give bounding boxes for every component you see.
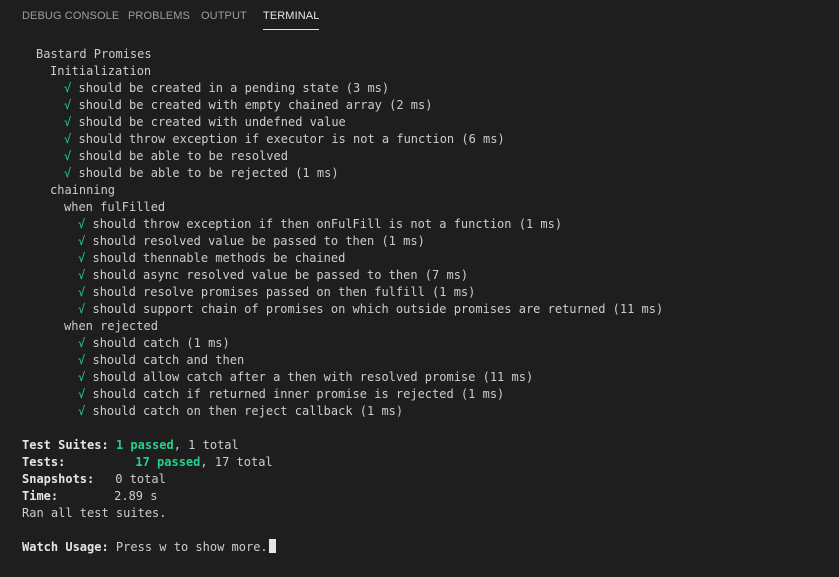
- group-chainning: chainning: [50, 183, 116, 197]
- test-name: should catch and then: [92, 353, 245, 367]
- summary-total: , 17 total: [200, 455, 273, 469]
- watch-usage-prompt: Watch Usage: Press w to show more.: [22, 539, 276, 556]
- summary-value: 2.89 s: [114, 489, 158, 503]
- test-name: should be created with undefned value: [78, 115, 346, 129]
- test-result-line: √ should throw exception if executor is …: [64, 131, 505, 148]
- test-name: should be created in a pending state (3 …: [78, 81, 390, 95]
- test-name: should catch if returned inner promise i…: [92, 387, 505, 401]
- summary-label: Test Suites:: [22, 438, 109, 452]
- test-name: should throw exception if executor is no…: [78, 132, 505, 146]
- test-result-line: √ should be created in a pending state (…: [64, 80, 389, 97]
- test-result-line: √ should thennable methods be chained: [78, 250, 345, 267]
- summary-time: Time: 2.89 s: [22, 488, 157, 505]
- check-icon: √: [78, 268, 86, 282]
- test-result-line: √ should catch and then: [78, 352, 244, 369]
- check-icon: √: [64, 115, 72, 129]
- summary-total: , 1 total: [173, 438, 239, 452]
- summary-label: Time:: [22, 489, 59, 503]
- check-icon: √: [78, 336, 86, 350]
- check-icon: √: [78, 387, 86, 401]
- test-name: should thennable methods be chained: [92, 251, 346, 265]
- summary-value: 0 total: [115, 472, 166, 486]
- check-icon: √: [78, 251, 86, 265]
- test-name: should be able to be resolved: [78, 149, 288, 163]
- test-name: should allow catch after a then with res…: [92, 370, 534, 384]
- test-name: should support chain of promises on whic…: [92, 302, 664, 316]
- summary-passed: 17 passed: [135, 455, 201, 469]
- test-name: should be able to be rejected (1 ms): [78, 166, 339, 180]
- check-icon: √: [78, 302, 86, 316]
- summary-passed: 1 passed: [115, 438, 174, 452]
- check-icon: √: [78, 234, 86, 248]
- test-name: should catch (1 ms): [92, 336, 230, 350]
- suite-name: Bastard Promises: [36, 47, 152, 61]
- summary-label: Tests:: [22, 455, 66, 469]
- test-name: should catch on then reject callback (1 …: [92, 404, 404, 418]
- test-result-line: √ should catch if returned inner promise…: [78, 386, 504, 403]
- summary-tests: Tests: 17 passed, 17 total: [22, 454, 273, 471]
- watch-usage-text: Press w to show more.: [108, 540, 268, 554]
- test-name: should resolved value be passed to then …: [92, 234, 425, 248]
- terminal-cursor[interactable]: [268, 539, 276, 553]
- ran-all-message: Ran all test suites.: [22, 506, 167, 520]
- test-name: should throw exception if then onFulFill…: [92, 217, 563, 231]
- check-icon: √: [64, 166, 72, 180]
- summary-test-suites: Test Suites: 1 passed, 1 total: [22, 437, 239, 454]
- group-initialization: Initialization: [50, 64, 152, 78]
- check-icon: √: [64, 98, 72, 112]
- check-icon: √: [78, 353, 86, 367]
- test-result-line: √ should be able to be rejected (1 ms): [64, 165, 339, 182]
- test-result-line: √ should async resolved value be passed …: [78, 267, 468, 284]
- check-icon: √: [64, 132, 72, 146]
- subgroup-when-fulfilled: when fulFilled: [64, 200, 166, 214]
- terminal-output[interactable]: Bastard Promises Initialization √ should…: [0, 0, 839, 577]
- summary-snapshots: Snapshots: 0 total: [22, 471, 166, 488]
- test-result-line: √ should be created with empty chained a…: [64, 97, 432, 114]
- test-result-line: √ should allow catch after a then with r…: [78, 369, 533, 386]
- check-icon: √: [78, 370, 86, 384]
- check-icon: √: [78, 285, 86, 299]
- test-result-line: √ should resolve promises passed on then…: [78, 284, 475, 301]
- check-icon: √: [78, 404, 86, 418]
- subgroup-when-rejected: when rejected: [64, 319, 158, 333]
- test-name: should resolve promises passed on then f…: [92, 285, 476, 299]
- test-name: should async resolved value be passed to…: [92, 268, 469, 282]
- check-icon: √: [78, 217, 86, 231]
- test-result-line: √ should support chain of promises on wh…: [78, 301, 663, 318]
- check-icon: √: [64, 81, 72, 95]
- test-result-line: √ should be created with undefned value: [64, 114, 346, 131]
- test-result-line: √ should catch (1 ms): [78, 335, 230, 352]
- check-icon: √: [64, 149, 72, 163]
- test-result-line: √ should be able to be resolved: [64, 148, 288, 165]
- test-result-line: √ should catch on then reject callback (…: [78, 403, 403, 420]
- test-result-line: √ should throw exception if then onFulFi…: [78, 216, 562, 233]
- test-name: should be created with empty chained arr…: [78, 98, 433, 112]
- watch-usage-label: Watch Usage:: [22, 540, 109, 554]
- test-result-line: √ should resolved value be passed to the…: [78, 233, 425, 250]
- summary-label: Snapshots:: [22, 472, 95, 486]
